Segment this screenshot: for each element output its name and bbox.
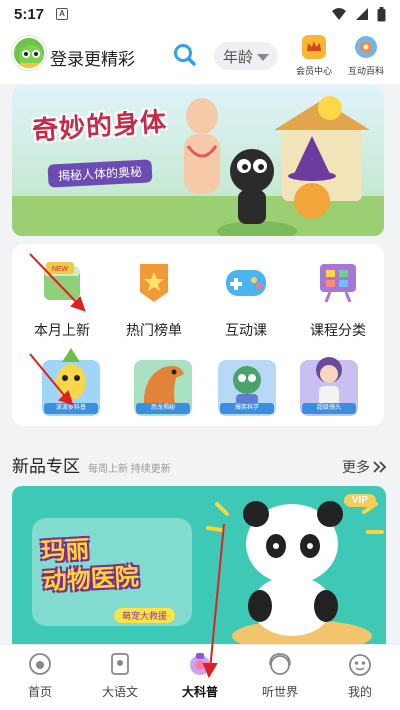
profile-mascot-icon <box>349 654 371 676</box>
vip-badge: VIP <box>343 494 376 507</box>
status-icons <box>331 6 386 22</box>
section-title: 新品专区 <box>12 457 80 476</box>
chevron-down-icon <box>257 53 269 61</box>
signal-icon <box>356 8 368 20</box>
battery-icon <box>377 6 386 21</box>
easel-board-icon <box>320 264 356 303</box>
category-label: 互动课 <box>225 322 267 338</box>
age-filter-dropdown[interactable]: 年龄 <box>214 42 278 70</box>
status-bar: 5:17 A <box>0 0 400 28</box>
top-header: 登录更精彩 年龄 会员中心 互动百科 <box>0 28 400 84</box>
new-section-header: 新品专区 每周上新 持续更新 更多 <box>12 452 388 476</box>
category-hot-list[interactable]: 热门榜单 <box>114 258 194 340</box>
category-label: 热门榜单 <box>126 322 182 338</box>
wiki-globe-icon <box>355 36 377 58</box>
promo-banner[interactable]: 玛丽 动物医院 萌宠大救援 VIP <box>12 486 386 644</box>
nav-listen-world[interactable]: 听世界 <box>240 651 320 700</box>
section-subtitle: 每周上新 持续更新 <box>88 464 171 475</box>
more-label: 更多 <box>342 459 370 475</box>
vip-center-button[interactable]: 会员中心 <box>286 34 342 78</box>
vip-crown-icon <box>302 35 326 59</box>
gamepad-icon <box>226 270 266 296</box>
vip-center-label: 会员中心 <box>295 66 332 76</box>
nav-home[interactable]: 首页 <box>0 651 80 700</box>
promo-badge: 萌宠大救援 <box>114 608 176 623</box>
promo-title: 玛丽 动物医院 <box>40 532 140 597</box>
bottom-nav: 首页 大语文 大科普 听世界 我的 <box>0 644 400 710</box>
nav-label: 我的 <box>347 685 372 699</box>
course-tag: 超级镜头 <box>302 403 356 414</box>
app-screen: 5:17 A 登录更精彩 年龄 会员中心 互动百科 奇妙的身体 揭秘人体的奥秘 … <box>0 0 400 710</box>
headphone-mascot-icon <box>269 653 291 675</box>
category-course-types[interactable]: 课程分类 <box>298 258 378 340</box>
interactive-wiki-label: 互动百科 <box>347 66 384 76</box>
search-icon[interactable] <box>172 42 198 68</box>
nav-label: 大语文 <box>101 685 138 699</box>
course-tag: 爆笑科学 <box>220 403 274 414</box>
login-prompt[interactable]: 登录更精彩 <box>50 45 135 70</box>
nav-chinese[interactable]: 大语文 <box>80 651 160 700</box>
wifi-icon <box>332 8 346 20</box>
nav-label: 首页 <box>27 685 52 699</box>
course-card[interactable]: 波波萝科普 <box>40 348 102 418</box>
more-link[interactable]: 更多 <box>342 457 388 477</box>
user-avatar[interactable] <box>12 36 46 70</box>
age-filter-label: 年龄 <box>222 48 253 66</box>
double-chevron-right-icon <box>373 461 387 473</box>
nav-science[interactable]: 大科普 <box>160 651 240 700</box>
course-tag: 恐龙揭秘 <box>136 403 190 414</box>
status-time: 5:17 <box>14 5 45 23</box>
nav-label: 听世界 <box>261 685 298 699</box>
category-label: 本月上新 <box>34 322 90 338</box>
course-card[interactable]: 恐龙揭秘 <box>132 348 194 418</box>
category-interactive-class[interactable]: 互动课 <box>206 258 286 340</box>
nav-label: 大科普 <box>181 685 218 699</box>
category-new-this-month[interactable]: NEW 本月上新 <box>22 258 102 340</box>
mascot-avatar-icon <box>19 45 43 68</box>
category-card: NEW 本月上新 热门榜单 互动课 课程分类 波波萝科普 恐龙揭秘 爆笑科学 超… <box>12 244 384 426</box>
science-mascot-icon <box>190 653 210 675</box>
book-mascot-icon <box>111 653 129 675</box>
star-badge-icon <box>140 264 168 302</box>
course-card[interactable]: 爆笑科学 <box>216 348 278 418</box>
new-calendar-icon: NEW <box>44 262 80 300</box>
home-mascot-icon <box>29 653 51 675</box>
notification-icon: A <box>56 8 69 20</box>
nav-profile[interactable]: 我的 <box>320 651 400 700</box>
course-card[interactable]: 超级镜头 <box>298 348 360 418</box>
interactive-wiki-button[interactable]: 互动百科 <box>338 34 394 78</box>
category-label: 课程分类 <box>310 322 366 338</box>
promo-title-line2: 动物医院 <box>42 562 140 596</box>
svg-text:NEW: NEW <box>52 266 69 273</box>
hero-banner[interactable]: 奇妙的身体 揭秘人体的奥秘 <box>12 86 384 236</box>
course-tag: 波波萝科普 <box>44 403 98 414</box>
